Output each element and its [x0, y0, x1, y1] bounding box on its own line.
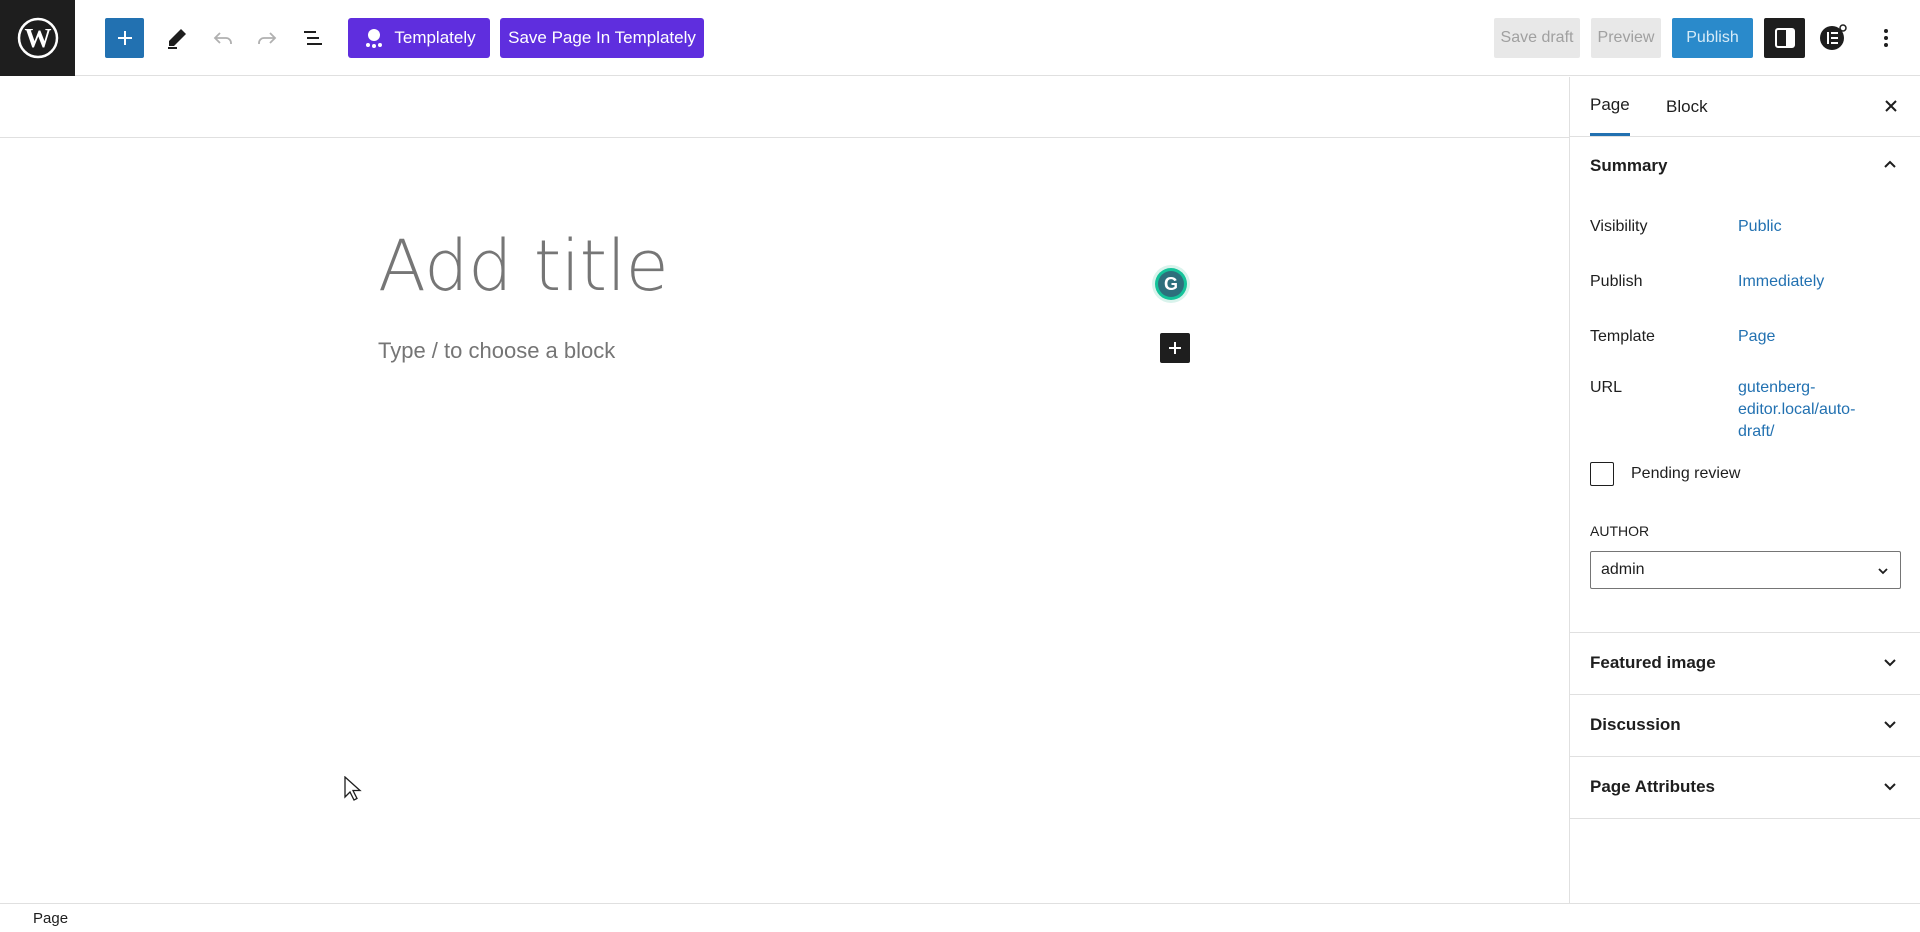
tab-block[interactable]: Block [1666, 77, 1708, 136]
tab-block-label: Block [1666, 96, 1708, 116]
more-vertical-icon [1884, 29, 1888, 47]
undo-button[interactable] [205, 18, 241, 58]
author-select-value: admin [1601, 561, 1645, 578]
save-draft-button[interactable]: Save draft [1494, 18, 1580, 58]
mouse-cursor-icon [344, 776, 362, 801]
discussion-panel-title: Discussion [1590, 715, 1681, 734]
close-icon [1885, 100, 1897, 112]
discussion-panel-toggle[interactable]: Discussion [1570, 695, 1920, 755]
list-view-icon [304, 31, 322, 45]
url-line: editor.local/auto- [1738, 401, 1856, 418]
templately-logo-icon [366, 29, 383, 48]
options-menu-button[interactable] [1868, 18, 1904, 58]
plugin-menu-button[interactable] [1815, 18, 1851, 58]
save-page-in-templately-label: Save Page In Templately [508, 28, 696, 47]
pencil-icon [168, 29, 186, 49]
plus-icon [117, 31, 132, 45]
block-inserter-toggle-button[interactable] [105, 18, 144, 58]
visibility-value-button[interactable]: Public [1738, 216, 1782, 238]
template-value-button[interactable]: Page [1738, 326, 1775, 348]
pending-review-checkbox[interactable] [1590, 462, 1614, 486]
url-value-button[interactable]: gutenberg- editor.local/auto- draft/ [1738, 377, 1855, 443]
chevron-down-icon [1884, 721, 1896, 729]
tab-page-label: Page [1590, 95, 1630, 114]
preview-button[interactable]: Preview [1591, 18, 1661, 58]
publish-date-button[interactable]: Immediately [1738, 271, 1824, 293]
settings-sidebar-toggle[interactable] [1764, 18, 1805, 58]
close-sidebar-button[interactable] [1879, 94, 1903, 118]
pending-review-label: Pending review [1631, 465, 1741, 482]
redo-button[interactable] [249, 18, 285, 58]
chevron-down-icon [1884, 659, 1896, 667]
settings-sidebar: Page Block Summary Visibility Public Pub… [1569, 77, 1920, 903]
featured-image-panel-title: Featured image [1590, 653, 1716, 672]
save-page-in-templately-button[interactable]: Save Page In Templately [500, 18, 704, 58]
default-block-appender[interactable]: Type / to choose a block [378, 338, 615, 364]
post-title-placeholder[interactable]: Add title [378, 226, 669, 306]
url-line: gutenberg- [1738, 379, 1816, 396]
templately-button-label: Templately [394, 28, 476, 47]
chevron-down-icon [1878, 568, 1888, 575]
plus-icon [1169, 342, 1181, 354]
featured-image-panel-toggle[interactable]: Featured image [1570, 633, 1920, 693]
sidebar-tabs: Page Block [1570, 77, 1920, 137]
template-label: Template [1590, 328, 1655, 345]
page-attributes-panel-toggle[interactable]: Page Attributes [1570, 757, 1920, 817]
save-draft-label: Save draft [1500, 29, 1574, 46]
editor-canvas-top-strip [0, 77, 1569, 138]
summary-panel-toggle[interactable]: Summary [1570, 136, 1920, 196]
tools-pencil-button[interactable] [159, 18, 195, 58]
chevron-down-icon [1884, 783, 1896, 791]
sidebar-icon [1774, 28, 1795, 48]
preview-label: Preview [1597, 29, 1655, 46]
author-label: AUTHOR [1590, 523, 1650, 539]
templately-button[interactable]: Templately [348, 18, 490, 58]
publish-label: Publish [1590, 273, 1643, 290]
tab-page[interactable]: Page [1590, 77, 1630, 136]
redo-icon [258, 32, 277, 44]
summary-panel-title: Summary [1590, 156, 1668, 175]
svg-text:W: W [24, 23, 51, 53]
wordpress-logo-icon[interactable]: W [0, 0, 75, 76]
document-overview-button[interactable] [295, 18, 331, 58]
inline-block-inserter-button[interactable] [1160, 333, 1190, 363]
editor-footer: Page [0, 903, 1920, 932]
author-select[interactable]: admin [1590, 551, 1901, 589]
url-label: URL [1590, 379, 1623, 396]
publish-label: Publish [1686, 29, 1739, 46]
undo-icon [213, 32, 232, 44]
visibility-label: Visibility [1590, 218, 1648, 235]
editor-header: W Templately Save Page In Templately Sav… [0, 0, 1920, 76]
panel-divider [1570, 818, 1920, 819]
publish-button[interactable]: Publish [1672, 18, 1753, 58]
elementor-icon [1820, 24, 1847, 50]
chevron-up-icon [1884, 160, 1896, 168]
url-line: draft/ [1738, 423, 1775, 440]
grammarly-letter: G [1158, 271, 1184, 297]
breadcrumb[interactable]: Page [33, 910, 68, 927]
page-attributes-panel-title: Page Attributes [1590, 777, 1716, 796]
grammarly-icon[interactable]: G [1155, 268, 1187, 300]
